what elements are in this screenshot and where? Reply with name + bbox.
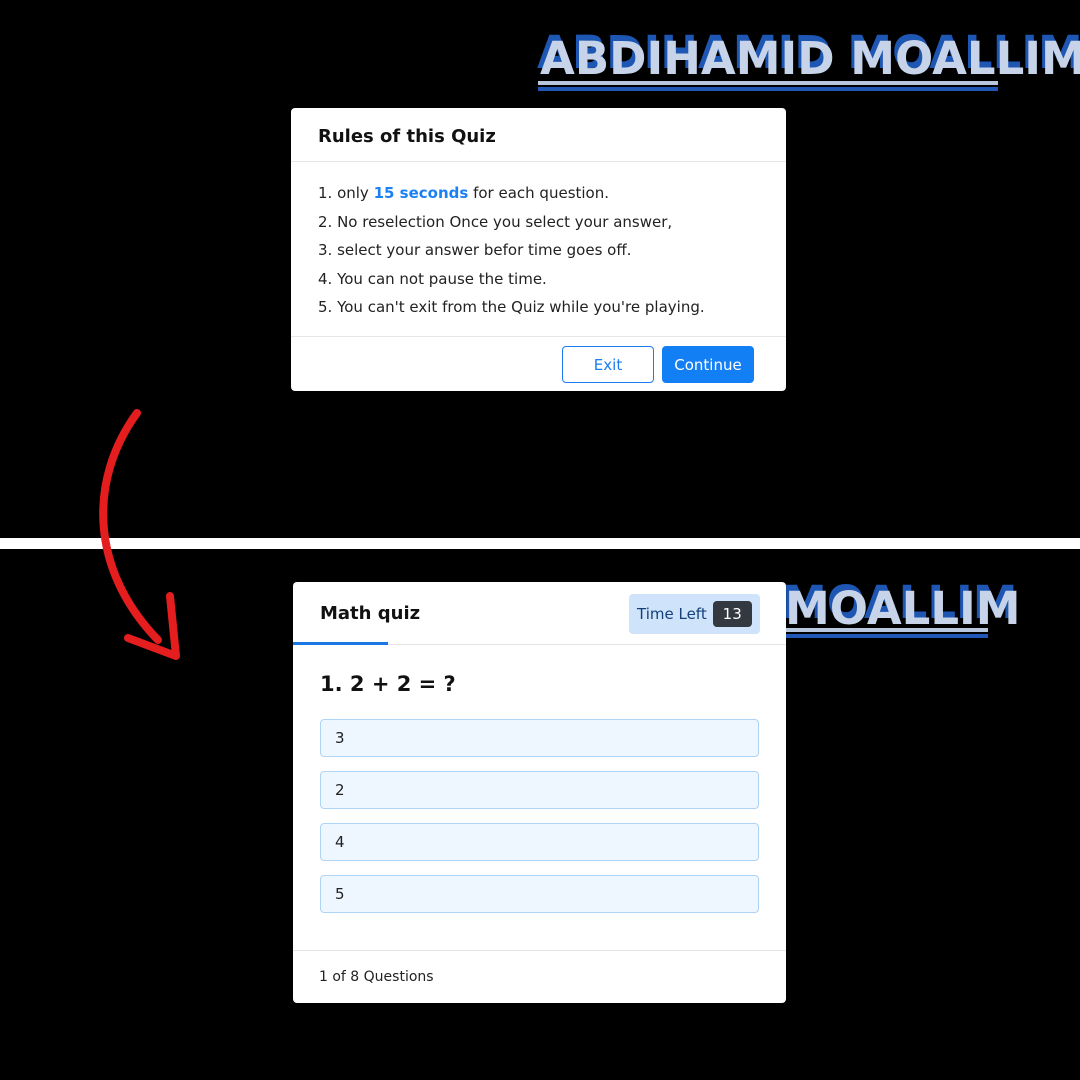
question-text: 1. 2 + 2 = ? — [320, 672, 456, 696]
answer-option[interactable]: 3 — [320, 719, 759, 757]
exit-button[interactable]: Exit — [562, 346, 654, 383]
quiz-card: Math quiz Time Left 13 1. 2 + 2 = ? 3 2 … — [293, 582, 786, 1003]
rule-highlight: 15 seconds — [373, 184, 469, 202]
rule-item: 2. No reselection Once you select your a… — [318, 212, 673, 231]
question-counter: 1 of 8 Questions — [319, 969, 434, 985]
answer-option[interactable]: 2 — [320, 771, 759, 809]
modal-header: Rules of this Quiz — [291, 108, 786, 162]
brand-underline — [538, 81, 998, 91]
quiz-header: Math quiz Time Left 13 — [293, 582, 786, 645]
timer: Time Left 13 — [629, 594, 760, 634]
timer-value-badge: 13 — [712, 601, 752, 627]
continue-button[interactable]: Continue — [662, 346, 754, 383]
rule-item: 4. You can not pause the time. — [318, 269, 547, 288]
answer-option[interactable]: 4 — [320, 823, 759, 861]
rules-list: 1. only 15 seconds for each question. 2.… — [291, 162, 786, 337]
quiz-footer: 1 of 8 Questions — [293, 950, 786, 1003]
rule-item: 1. only 15 seconds for each question. — [318, 184, 610, 202]
modal-footer: Exit Continue — [291, 337, 786, 391]
brand-watermark-top: ABDIHAMID MOALLIM ABDIHAMID MOALLIM — [537, 30, 1080, 81]
rule-item: 5. You can't exit from the Quiz while yo… — [318, 298, 705, 316]
rules-modal: Rules of this Quiz 1. only 15 seconds fo… — [291, 108, 786, 391]
quiz-title: Math quiz — [320, 603, 421, 624]
modal-title: Rules of this Quiz — [318, 126, 496, 147]
answer-option[interactable]: 5 — [320, 875, 759, 913]
brand-underline — [785, 628, 988, 638]
brand-watermark-bottom: MOALLIM MOALLIM — [782, 580, 1021, 631]
timer-label: Time Left — [637, 605, 707, 623]
brand-text: ABDIHAMID MOALLIM — [540, 32, 1080, 85]
top-panel: ABDIHAMID MOALLIM ABDIHAMID MOALLIM Rule… — [0, 0, 1080, 538]
rule-item: 3. select your answer befor time goes of… — [318, 241, 632, 259]
title-underline — [293, 642, 388, 645]
